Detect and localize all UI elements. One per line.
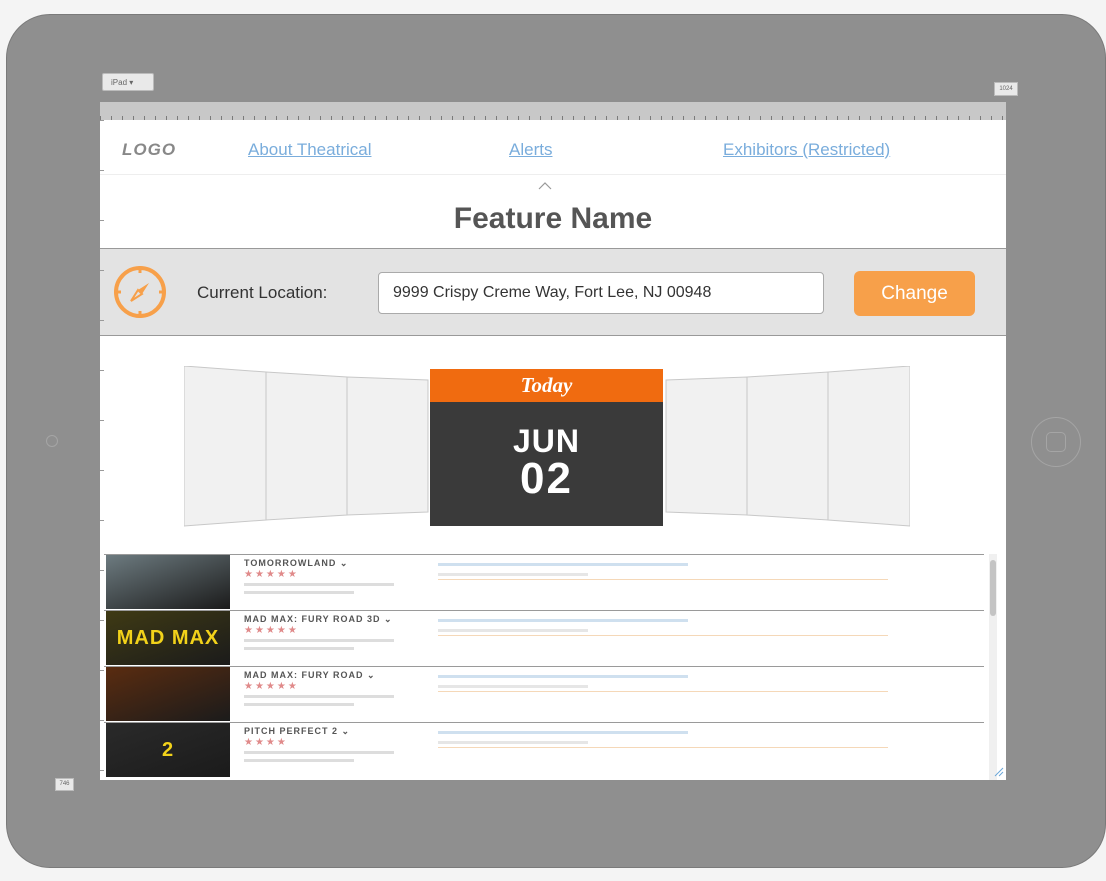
logo[interactable]: LOGO [122, 140, 176, 160]
movie-list: TOMORROWLAND ⌄ ★★★★★ MAD MAX MAD MAX: FURY … [100, 554, 1006, 780]
star-rating: ★★★★ [244, 737, 288, 748]
change-location-button[interactable]: Change [854, 271, 975, 316]
date-card-next-1[interactable] [665, 376, 748, 516]
showtime-line [438, 573, 588, 576]
width-tag: 1024 [994, 82, 1018, 96]
showtime-divider [438, 579, 888, 580]
movie-title[interactable]: MAD MAX: FURY ROAD ⌄ [244, 670, 376, 681]
poster-title-art: 2 [161, 739, 175, 761]
showtime-divider [438, 635, 888, 636]
showtimes-area[interactable] [438, 727, 888, 767]
top-nav: LOGO About Theatrical Alerts Exhibitors … [100, 120, 1006, 175]
showtime-line [438, 675, 688, 678]
showtime-divider [438, 747, 888, 748]
today-label: Today [430, 369, 663, 402]
camera-icon [46, 435, 58, 447]
movie-meta-line [244, 639, 394, 642]
showtime-line [438, 563, 688, 566]
showtimes-area[interactable] [438, 559, 888, 599]
location-bar: Current Location: Change [100, 248, 1006, 336]
today-day: 02 [520, 454, 573, 503]
showtimes-area[interactable] [438, 671, 888, 711]
movie-poster[interactable]: 2 [106, 723, 230, 777]
horizontal-ruler [100, 102, 1006, 120]
showtime-line [438, 619, 688, 622]
movie-poster[interactable]: MAD MAX [106, 611, 230, 665]
movie-meta-line [244, 751, 394, 754]
compass-icon[interactable] [111, 263, 169, 321]
collapse-caret-icon[interactable] [537, 178, 553, 194]
movie-row[interactable]: MAD MAX: FURY ROAD ⌄ ★★★★★ [104, 666, 984, 721]
movie-row[interactable]: MAD MAX MAD MAX: FURY ROAD 3D ⌄ ★★★★★ [104, 610, 984, 665]
nav-link-alerts[interactable]: Alerts [509, 140, 552, 160]
movie-meta-line [244, 591, 354, 594]
showtimes-area[interactable] [438, 615, 888, 655]
movie-row[interactable]: 2 PITCH PERFECT 2 ⌄ ★★★★ [104, 722, 984, 777]
star-rating: ★★★★★ [244, 569, 299, 580]
movie-poster[interactable] [106, 667, 230, 721]
star-rating: ★★★★★ [244, 681, 299, 692]
vertical-ruler [100, 120, 104, 780]
scroll-thumb[interactable] [990, 560, 996, 616]
device-screen: LOGO About Theatrical Alerts Exhibitors … [100, 120, 1006, 780]
movie-meta-line [244, 759, 354, 762]
movie-title[interactable]: PITCH PERFECT 2 ⌄ [244, 726, 350, 737]
movie-meta-line [244, 647, 354, 650]
showtime-line [438, 685, 588, 688]
date-card-past-2[interactable] [265, 371, 348, 521]
showtime-line [438, 731, 688, 734]
feature-title: Feature Name [453, 202, 653, 235]
date-card-past-3[interactable] [184, 366, 267, 527]
height-tag: 746 [55, 778, 74, 791]
date-card-next-2[interactable] [746, 371, 829, 521]
movie-meta-line [244, 583, 394, 586]
showtime-divider [438, 691, 888, 692]
resize-handle-icon[interactable] [992, 765, 1004, 777]
star-rating: ★★★★★ [244, 625, 299, 636]
date-card-past-1[interactable] [346, 376, 429, 516]
showtime-line [438, 629, 588, 632]
movie-title[interactable]: TOMORROWLAND ⌄ [244, 558, 348, 569]
date-card-next-3[interactable] [827, 366, 910, 527]
device-model-select[interactable]: iPad ▾ [102, 73, 154, 91]
movie-poster[interactable] [106, 555, 230, 609]
home-button-icon[interactable] [1031, 417, 1081, 467]
nav-link-about-theatrical[interactable]: About Theatrical [248, 140, 371, 160]
location-input[interactable] [378, 272, 824, 314]
movie-meta-line [244, 695, 394, 698]
movie-row[interactable]: TOMORROWLAND ⌄ ★★★★★ [104, 554, 984, 609]
today-date-card[interactable]: Today JUN 02 [430, 369, 663, 526]
showtime-line [438, 741, 588, 744]
nav-link-exhibitors[interactable]: Exhibitors (Restricted) [723, 140, 890, 160]
movie-title[interactable]: MAD MAX: FURY ROAD 3D ⌄ [244, 614, 393, 625]
current-location-label: Current Location: [197, 283, 328, 302]
poster-title-art: MAD MAX [116, 627, 220, 649]
movie-meta-line [244, 703, 354, 706]
today-month: JUN [512, 423, 580, 459]
